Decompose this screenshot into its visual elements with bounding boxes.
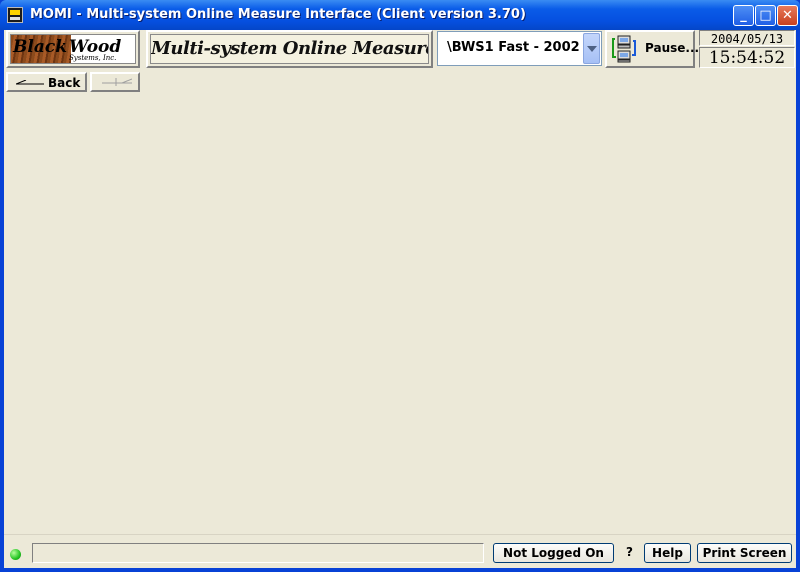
- company-logo: Black Wood Systems, Inc.: [6, 30, 140, 68]
- date-time-display: 2004/05/13 15:54:52: [699, 30, 795, 68]
- pause-button[interactable]: Pause...: [605, 30, 699, 68]
- app-banner: Multi-system Online Measure Interface: [146, 30, 433, 68]
- pause-label: Pause...: [645, 41, 700, 55]
- forward-arrow-icon: [102, 78, 132, 86]
- login-button[interactable]: Not Logged On: [493, 543, 614, 563]
- connection-status-icon: [10, 549, 21, 560]
- client-area: Black Wood Systems, Inc. Multi-system On…: [4, 30, 796, 568]
- help-question-mark: ?: [626, 545, 633, 559]
- time-display: 15:54:52: [699, 47, 795, 68]
- back-button[interactable]: Back: [6, 72, 87, 92]
- date-display: 2004/05/13: [699, 30, 795, 46]
- title-bar[interactable]: MOMI - Multi-system Online Measure Inter…: [0, 0, 800, 30]
- status-bar: Not Logged On ? Help Print Screen: [4, 534, 796, 569]
- help-button[interactable]: Help: [644, 543, 691, 563]
- close-button[interactable]: ✕: [777, 5, 798, 26]
- system-selector-value: \BWS1 Fast - 2002: [447, 40, 580, 55]
- computers-sync-icon: [612, 35, 636, 63]
- logo-frame: Black Wood Systems, Inc.: [10, 34, 136, 64]
- logo-word-black: Black: [13, 37, 67, 57]
- minimize-button[interactable]: _: [733, 5, 754, 26]
- momi-app-icon[interactable]: [7, 7, 23, 23]
- system-selector[interactable]: \BWS1 Fast - 2002: [437, 31, 602, 66]
- print-screen-button[interactable]: Print Screen: [697, 543, 792, 563]
- back-arrow-icon: [16, 80, 44, 85]
- maximize-button[interactable]: □: [755, 5, 776, 26]
- status-message: [32, 543, 484, 563]
- window-title: MOMI - Multi-system Online Measure Inter…: [30, 7, 526, 22]
- chevron-down-icon[interactable]: [583, 33, 600, 64]
- forward-button[interactable]: [90, 72, 140, 92]
- banner-text: Multi-system Online Measure Interface: [150, 34, 429, 64]
- app-window: MOMI - Multi-system Online Measure Inter…: [0, 0, 800, 572]
- back-label: Back: [48, 76, 81, 90]
- logo-subtitle: Systems, Inc.: [69, 54, 117, 62]
